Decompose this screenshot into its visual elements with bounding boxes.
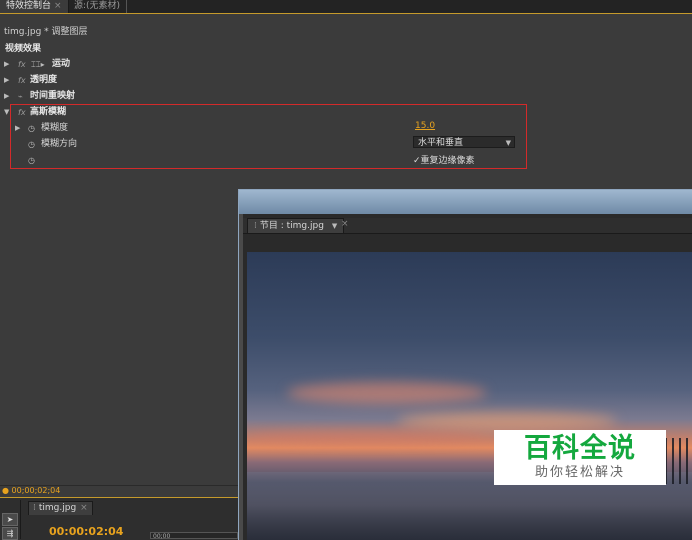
current-time-value: 00;00;02;04	[11, 486, 61, 495]
expand-triangle-icon[interactable]: ▶	[4, 89, 9, 104]
section-title: 视频效果	[5, 44, 42, 54]
tab-effect-controls[interactable]: 特效控制台 ×	[0, 0, 69, 13]
blur-direction-select[interactable]: 水平和垂直 ▼	[413, 136, 515, 148]
chevron-down-icon: ▼	[505, 139, 511, 147]
fx-icon-disabled: ⌁	[18, 92, 23, 101]
tab-close-icon[interactable]: ×	[341, 219, 349, 229]
fx-icon[interactable]: fx	[18, 73, 26, 88]
section-video-effects: 视频效果	[0, 42, 692, 57]
tab-source-label: 源:(无素材)	[74, 1, 121, 11]
expand-triangle-icon[interactable]: ▶	[4, 57, 9, 72]
playhead-icon: ●	[2, 486, 9, 495]
time-ruler[interactable]: 00;00	[150, 532, 238, 540]
selection-tool-icon[interactable]: ➤	[2, 513, 18, 526]
program-monitor-panel: ⁞ 节目 : timg.jpg ▼ ×	[243, 214, 692, 540]
watermark-title: 百科全说	[524, 433, 636, 464]
tab-close-icon[interactable]: ×	[54, 1, 62, 11]
grip-icon: ⁞	[33, 503, 36, 513]
effect-row-opacity[interactable]: ▶ fx 透明度	[0, 73, 692, 88]
cloud	[247, 430, 487, 444]
current-time-display[interactable]: ● 00;00;02;04	[2, 485, 60, 497]
blur-direction-value: 水平和垂直	[418, 138, 464, 148]
window-title-bar[interactable]	[239, 190, 692, 214]
track-select-tool-icon[interactable]: ⇶	[2, 527, 18, 540]
tab-source[interactable]: 源:(无素材)	[68, 0, 128, 13]
fx-icon[interactable]: fx	[18, 57, 26, 72]
tab-effect-controls-label: 特效控制台	[6, 1, 52, 11]
repeat-edge-label: 重复边缘像素	[420, 156, 475, 166]
grip-icon: ⁞	[254, 221, 257, 231]
dropdown-arrow-icon[interactable]: ▼	[332, 222, 337, 230]
watermark-subtitle: 助你轻松解决	[534, 465, 625, 480]
effect-label-time-remap: 时间重映射	[30, 91, 76, 101]
clip-header: timg.jpg * 调整图层	[4, 27, 88, 37]
blurriness-value[interactable]: 15.0	[415, 121, 435, 131]
expand-triangle-icon[interactable]: ▶	[4, 73, 9, 88]
effect-row-time-remap[interactable]: ▶ ⌁ 时间重映射	[0, 89, 692, 104]
motion-icon: ⌶⌶▸	[31, 60, 45, 69]
tab-program-monitor[interactable]: ⁞ 节目 : timg.jpg ▼	[247, 218, 345, 233]
cloud	[287, 382, 487, 404]
effect-label-opacity: 透明度	[30, 75, 58, 85]
checkmark-icon: ✓	[413, 156, 421, 166]
collapse-triangle-icon[interactable]: ▼	[4, 105, 9, 120]
tab-close-icon[interactable]: ×	[80, 503, 88, 513]
sequence-timecode[interactable]: 00:00:02:04	[49, 525, 123, 538]
watermark-badge: 百科全说 助你轻松解决	[494, 430, 666, 485]
panel-tab-bar: 特效控制台 × 源:(无素材)	[0, 0, 692, 14]
monitor-tab-bar: ⁞ 节目 : timg.jpg ▼ ×	[243, 218, 692, 234]
repeat-edge-checkbox[interactable]: ✓重复边缘像素	[413, 153, 475, 166]
program-monitor-image	[247, 252, 692, 540]
tools-panel: ➤ ⇶	[0, 500, 21, 540]
sequence-tab-label: timg.jpg	[38, 503, 77, 513]
effect-row-motion[interactable]: ▶ fx ⌶⌶▸ 运动	[0, 57, 692, 72]
program-tab-label: 节目 : timg.jpg	[259, 221, 324, 231]
cloud	[397, 412, 617, 430]
effect-label-motion: 运动	[52, 59, 71, 69]
program-monitor-window[interactable]: ⁞ 节目 : timg.jpg ▼ ×	[238, 189, 692, 540]
tab-sequence[interactable]: ⁞ timg.jpg ×	[28, 501, 93, 515]
